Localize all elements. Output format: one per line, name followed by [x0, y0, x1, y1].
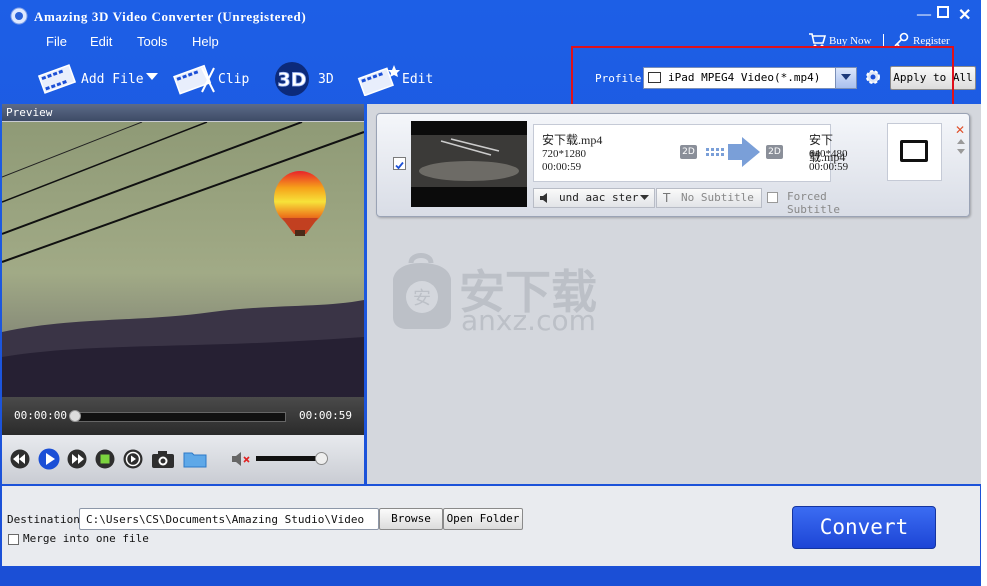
app-window: Amazing 3D Video Converter (Unregistered…: [0, 0, 981, 586]
current-time: 00:00:00: [14, 409, 67, 422]
subtitle-select[interactable]: T No Subtitle: [656, 188, 762, 208]
target-resolution: 640*480: [809, 148, 848, 160]
forced-subtitle-label: Forced Subtitle: [787, 190, 840, 216]
film-edit-icon: [357, 65, 400, 96]
film-add-icon: [37, 64, 77, 94]
audio-track-value: und aac ster: [559, 191, 639, 204]
preview-header: Preview: [2, 104, 364, 121]
audio-track-select[interactable]: und aac ster: [533, 188, 655, 208]
video-preview: [2, 122, 364, 397]
text-icon: T: [663, 191, 671, 205]
video-thumbnail: [411, 121, 527, 207]
minimize-button[interactable]: —: [917, 7, 931, 23]
seek-bar-area: 00:00:00 00:00:59: [2, 397, 364, 435]
maximize-icon: [937, 6, 949, 18]
tablet-device-icon: [900, 140, 928, 162]
destination-path-field[interactable]: C:\Users\CS\Documents\Amazing Studio\Vid…: [79, 508, 379, 530]
volume-track[interactable]: [256, 456, 324, 461]
3d-icon: 3D: [275, 62, 309, 96]
checkmark-icon: [395, 161, 404, 170]
chevron-down-icon: [640, 195, 649, 200]
merge-label: Merge into one file: [23, 532, 149, 545]
menu-help[interactable]: Help: [192, 34, 219, 49]
output-device-button[interactable]: [887, 123, 942, 181]
next-frame-icon[interactable]: [123, 449, 143, 469]
3d-button[interactable]: 3D 3D: [272, 60, 342, 98]
fast-forward-icon[interactable]: [67, 449, 87, 469]
watermark-badge-char: 安: [413, 288, 431, 309]
clip-button[interactable]: Clip: [172, 60, 252, 98]
mute-speaker-icon[interactable]: [231, 450, 251, 468]
title-bar: Amazing 3D Video Converter (Unregistered…: [0, 0, 981, 30]
highlight-box: [571, 46, 954, 108]
convert-button[interactable]: Convert: [792, 506, 936, 549]
menu-edit[interactable]: Edit: [90, 34, 112, 49]
volume-handle[interactable]: [314, 452, 328, 465]
up-down-arrows-icon[interactable]: [955, 136, 967, 158]
open-folder-button[interactable]: Open Folder: [443, 508, 523, 530]
file-checkbox[interactable]: [393, 157, 406, 170]
watermark-en: anxz.com: [461, 304, 596, 337]
rewind-icon[interactable]: [10, 449, 30, 469]
close-button[interactable]: ✕: [958, 5, 971, 25]
stop-icon[interactable]: [95, 449, 115, 469]
merge-checkbox[interactable]: [8, 534, 19, 545]
item-side-controls: ✕: [955, 124, 967, 164]
convert-arrow-icon: [706, 137, 760, 167]
seek-handle[interactable]: [69, 410, 81, 422]
end-time: 00:00:59: [299, 409, 352, 422]
3d-label: 3D: [318, 72, 334, 87]
remove-item-icon[interactable]: ✕: [955, 124, 967, 136]
file-item[interactable]: 安下载.mp4 720*1280 00:00:59 2D 2D 安下载.mp4 …: [376, 113, 970, 217]
app-logo-icon: [10, 7, 28, 25]
menu-tools[interactable]: Tools: [137, 34, 167, 49]
forced-subtitle-checkbox[interactable]: [767, 192, 778, 203]
source-duration: 00:00:59: [542, 161, 582, 173]
edit-button[interactable]: Edit: [356, 60, 436, 98]
destination-label: Destination:: [7, 513, 87, 526]
conversion-info: 安下载.mp4 720*1280 00:00:59 2D 2D 安下载.mp4 …: [533, 124, 848, 182]
source-resolution: 720*1280: [542, 148, 586, 160]
target-2d-badge: 2D: [766, 145, 783, 159]
target-duration: 00:00:59: [809, 161, 849, 173]
destination-path-value: C:\Users\CS\Documents\Amazing Studio\Vid…: [86, 513, 365, 526]
source-2d-badge: 2D: [680, 145, 697, 159]
folder-icon[interactable]: [183, 450, 207, 468]
chevron-down-icon[interactable]: [146, 73, 158, 81]
preview-title: Preview: [6, 106, 53, 119]
add-file-label: Add File: [81, 72, 144, 87]
maximize-button[interactable]: [937, 6, 949, 23]
snapshot-camera-icon[interactable]: [151, 449, 175, 469]
edit-label: Edit: [402, 72, 434, 87]
browse-button[interactable]: Browse: [379, 508, 443, 530]
window-title: Amazing 3D Video Converter (Unregistered…: [34, 9, 307, 24]
forced-subtitle-option[interactable]: Forced Subtitle: [763, 188, 883, 216]
play-icon[interactable]: [38, 448, 60, 470]
clip-label: Clip: [218, 72, 250, 87]
speaker-icon: [540, 193, 547, 203]
source-filename: 安下载.mp4: [542, 133, 603, 147]
film-clip-icon: [173, 64, 215, 95]
playback-controls: [2, 435, 364, 484]
menu-file[interactable]: File: [46, 34, 67, 49]
status-bar: [0, 568, 981, 586]
subtitle-value: No Subtitle: [681, 191, 754, 204]
svg-text:3D: 3D: [278, 69, 307, 91]
seek-track[interactable]: [74, 412, 286, 422]
add-file-button[interactable]: Add File: [35, 60, 160, 98]
